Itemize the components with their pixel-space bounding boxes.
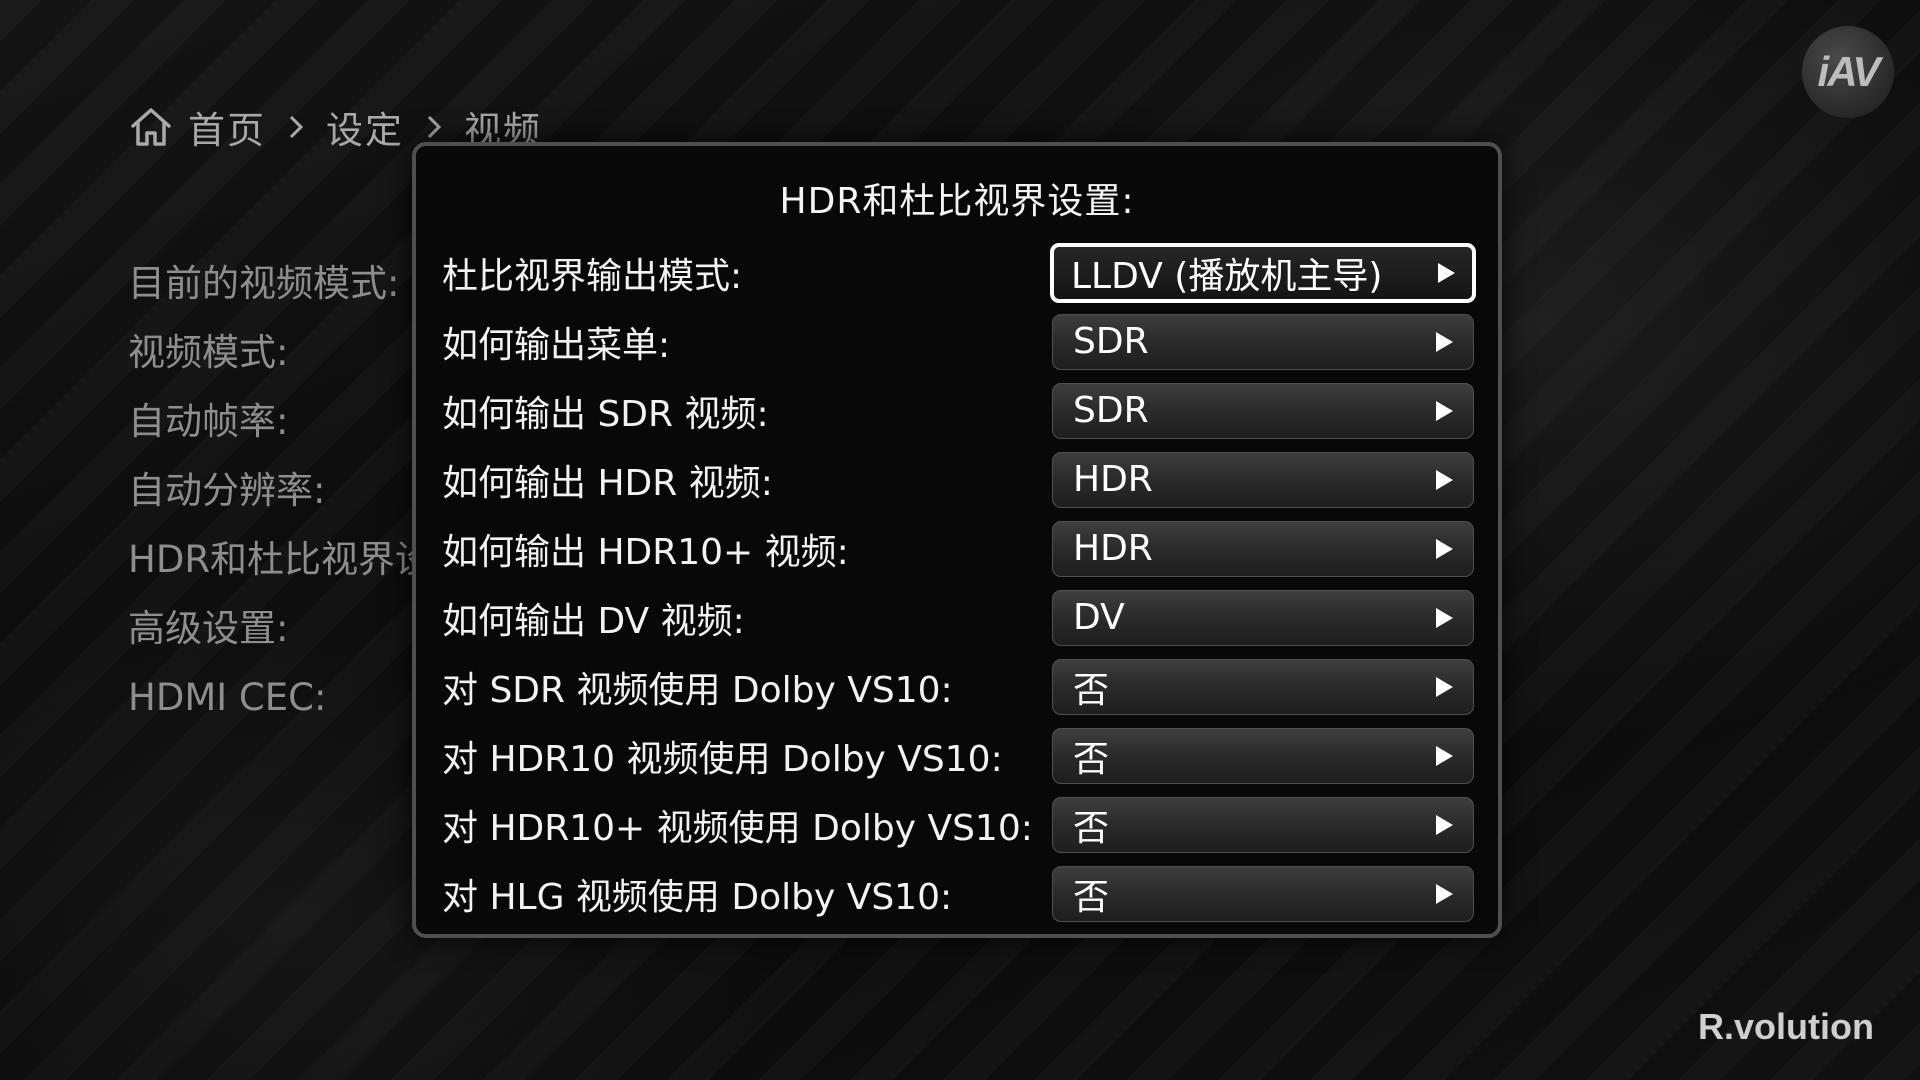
setting-value-selector[interactable]: 否 — [1052, 658, 1474, 715]
setting-value: HDR — [1073, 528, 1153, 569]
setting-value-selector[interactable]: DV — [1052, 589, 1474, 646]
setting-label: 如何输出 SDR 视频: — [442, 393, 769, 435]
menu-item-hdr-dolby-vision[interactable]: HDR和杜比视界设置: — [128, 534, 420, 603]
setting-value: 否 — [1073, 738, 1110, 780]
setting-row: 杜比视界输出模式: LLDV (播放机主导) — [442, 238, 1476, 307]
brand-logo: R.volution — [1698, 1006, 1874, 1047]
menu-item-video-mode[interactable]: 视频模式: — [128, 327, 420, 396]
breadcrumb-home[interactable]: 首页 — [188, 100, 266, 154]
setting-label: 杜比视界输出模式: — [442, 255, 743, 297]
chevron-right-icon — [289, 115, 304, 139]
menu-item-auto-framerate[interactable]: 自动帧率: — [128, 396, 420, 465]
play-arrow-icon — [1436, 883, 1453, 904]
setting-value: 否 — [1073, 876, 1110, 918]
play-arrow-icon — [1436, 469, 1453, 490]
menu-item-auto-resolution[interactable]: 自动分辨率: — [128, 465, 420, 534]
setting-value-selector[interactable]: LLDV (播放机主导) — [1050, 242, 1476, 303]
settings-list: 杜比视界输出模式: LLDV (播放机主导) 如何输出菜单: SDR 如何输出 SDR … — [442, 238, 1476, 928]
setting-value-selector[interactable]: SDR — [1052, 382, 1474, 439]
home-icon[interactable] — [128, 104, 174, 150]
setting-label: 对 HDR10 视频使用 Dolby VS10: — [442, 738, 1003, 780]
play-arrow-icon — [1436, 331, 1453, 352]
setting-label: 如何输出 DV 视频: — [442, 600, 745, 642]
settings-menu: 目前的视频模式: 视频模式: 自动帧率: 自动分辨率: HDR和杜比视界设置: … — [128, 258, 420, 741]
screen: 首页 设定 视频 目前的视频模式: 视频模式: 自动帧率: 自动分辨率: HDR… — [0, 0, 1920, 1080]
play-arrow-icon — [1436, 814, 1453, 835]
setting-row: 如何输出 SDR 视频: SDR — [442, 376, 1474, 445]
setting-value: HDR — [1073, 459, 1153, 500]
setting-value-selector[interactable]: 否 — [1052, 796, 1474, 853]
play-arrow-icon — [1436, 400, 1453, 421]
breadcrumb-settings[interactable]: 设定 — [326, 100, 404, 154]
play-arrow-icon — [1436, 676, 1453, 697]
setting-value: SDR — [1073, 321, 1149, 362]
setting-label: 对 SDR 视频使用 Dolby VS10: — [442, 669, 953, 711]
play-arrow-icon — [1436, 607, 1453, 628]
hdr-dolby-vision-dialog: HDR和杜比视界设置: 杜比视界输出模式: LLDV (播放机主导) 如何输出菜单:… — [412, 142, 1502, 938]
setting-row: 如何输出菜单: SDR — [442, 307, 1474, 376]
setting-value-selector[interactable]: HDR — [1052, 520, 1474, 577]
play-arrow-icon — [1436, 538, 1453, 559]
setting-value: SDR — [1073, 390, 1149, 431]
setting-value: DV — [1073, 597, 1125, 638]
setting-row: 如何输出 HDR 视频: HDR — [442, 445, 1474, 514]
menu-item-hdmi-cec[interactable]: HDMI CEC: — [128, 672, 420, 741]
setting-value-selector[interactable]: HDR — [1052, 451, 1474, 508]
setting-label: 如何输出 HDR 视频: — [442, 462, 773, 504]
setting-value-selector[interactable]: 否 — [1052, 865, 1474, 922]
setting-row: 对 HDR10 视频使用 Dolby VS10: 否 — [442, 721, 1474, 790]
setting-value: 否 — [1073, 807, 1110, 849]
dialog-title: HDR和杜比视界设置: — [779, 181, 1135, 222]
setting-row: 对 HDR10+ 视频使用 Dolby VS10: 否 — [442, 790, 1474, 859]
menu-item-advanced[interactable]: 高级设置: — [128, 603, 420, 672]
iav-logo: iAV — [1802, 26, 1894, 118]
setting-value: 否 — [1073, 669, 1110, 711]
setting-row: 对 SDR 视频使用 Dolby VS10: 否 — [442, 652, 1474, 721]
setting-label: 对 HLG 视频使用 Dolby VS10: — [442, 876, 953, 918]
setting-label: 对 HDR10+ 视频使用 Dolby VS10: — [442, 807, 1033, 849]
chevron-right-icon — [427, 115, 442, 139]
setting-row: 如何输出 DV 视频: DV — [442, 583, 1474, 652]
setting-row: 对 HLG 视频使用 Dolby VS10: 否 — [442, 859, 1474, 928]
setting-label: 如何输出菜单: — [442, 324, 671, 366]
setting-value-selector[interactable]: SDR — [1052, 313, 1474, 370]
setting-value-selector[interactable]: 否 — [1052, 727, 1474, 784]
setting-value: LLDV (播放机主导) — [1071, 255, 1383, 297]
play-arrow-icon — [1436, 745, 1453, 766]
setting-label: 如何输出 HDR10+ 视频: — [442, 531, 849, 573]
play-arrow-icon — [1438, 262, 1455, 283]
setting-row: 如何输出 HDR10+ 视频: HDR — [442, 514, 1474, 583]
menu-item-current-video-mode[interactable]: 目前的视频模式: — [128, 258, 420, 327]
